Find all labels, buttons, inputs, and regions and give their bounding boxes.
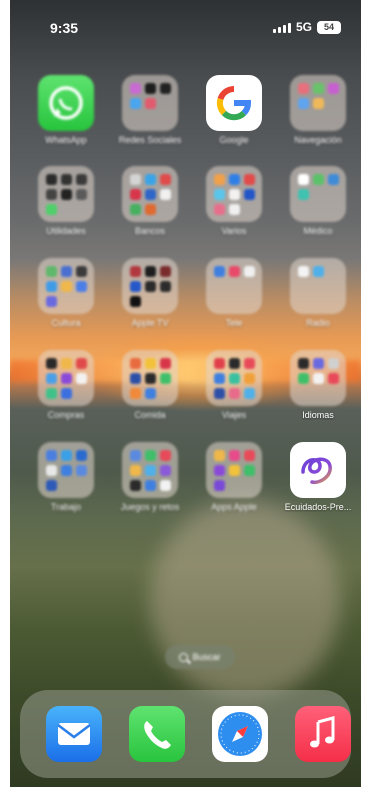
folder-trabajo[interactable]: Trabajo bbox=[26, 442, 106, 512]
app-whatsapp[interactable]: WhatsApp bbox=[26, 75, 106, 145]
folder-label: Compras bbox=[47, 410, 85, 420]
app-label: Ecuidados-Pre... bbox=[284, 502, 352, 512]
folder-label: Juegos y retos bbox=[120, 502, 180, 512]
folder-icon bbox=[206, 442, 262, 498]
home-screen: 9:35 5G 54 WhatsApp Redes Sociales Googl… bbox=[10, 0, 361, 787]
folder-icon bbox=[38, 350, 94, 406]
network-label: 5G bbox=[295, 20, 312, 34]
folder-varios[interactable]: Varios bbox=[194, 166, 274, 236]
folder-icon bbox=[290, 258, 346, 314]
whatsapp-icon bbox=[38, 75, 94, 131]
search-button[interactable]: Buscar bbox=[165, 645, 235, 669]
dock-music[interactable] bbox=[295, 706, 351, 762]
app-label: WhatsApp bbox=[45, 135, 87, 145]
folder-label: Bancos bbox=[134, 226, 166, 236]
folder-icon bbox=[206, 166, 262, 222]
folder-tele[interactable]: Tele bbox=[194, 258, 274, 328]
search-icon bbox=[179, 652, 189, 662]
folder-icon bbox=[38, 166, 94, 222]
search-label: Buscar bbox=[192, 652, 221, 662]
folder-label: Viajes bbox=[221, 410, 247, 420]
status-time: 9:35 bbox=[50, 20, 79, 36]
folder-icon bbox=[290, 75, 346, 131]
folder-juegos-retos[interactable]: Juegos y retos bbox=[110, 442, 190, 512]
folder-apps-apple[interactable]: Apps Apple bbox=[194, 442, 274, 512]
folder-idiomas[interactable]: Idiomas bbox=[278, 350, 358, 420]
folder-label: Navegación bbox=[294, 135, 342, 145]
folder-compras[interactable]: Compras bbox=[26, 350, 106, 420]
folder-icon bbox=[206, 350, 262, 406]
dock-safari[interactable] bbox=[212, 706, 268, 762]
folder-apple-tv[interactable]: Apple TV bbox=[110, 258, 190, 328]
app-google[interactable]: Google bbox=[194, 75, 274, 145]
dock bbox=[20, 690, 351, 778]
folder-cultura[interactable]: Cultura bbox=[26, 258, 106, 328]
folder-label: Apps Apple bbox=[211, 502, 257, 512]
folder-comida[interactable]: Comida bbox=[110, 350, 190, 420]
folder-icon bbox=[122, 258, 178, 314]
status-indicators: 5G 54 bbox=[272, 20, 341, 34]
safari-icon bbox=[218, 712, 262, 756]
folder-icon bbox=[38, 442, 94, 498]
folder-icon bbox=[290, 350, 346, 406]
folder-icon bbox=[206, 258, 262, 314]
folder-viajes[interactable]: Viajes bbox=[194, 350, 274, 420]
app-ecuidados[interactable]: Ecuidados-Pre... bbox=[278, 442, 358, 512]
battery-icon: 54 bbox=[317, 20, 341, 34]
folder-icon bbox=[290, 166, 346, 222]
folder-navegacion[interactable]: Navegación bbox=[278, 75, 358, 145]
dock-mail[interactable] bbox=[46, 706, 102, 762]
folder-icon bbox=[122, 75, 178, 131]
folder-label: Cultura bbox=[51, 318, 81, 328]
google-icon bbox=[206, 75, 262, 131]
folder-utilidades[interactable]: Utilidades bbox=[26, 166, 106, 236]
dock-phone[interactable] bbox=[129, 706, 185, 762]
music-icon bbox=[310, 716, 335, 748]
ecuidados-icon bbox=[290, 442, 346, 498]
folder-icon bbox=[122, 166, 178, 222]
status-bar: 9:35 5G 54 bbox=[10, 20, 361, 38]
folder-label: Apple TV bbox=[131, 318, 169, 328]
wallpaper-path bbox=[150, 500, 340, 700]
folder-label: Trabajo bbox=[50, 502, 82, 512]
folder-bancos[interactable]: Bancos bbox=[110, 166, 190, 236]
folder-icon bbox=[122, 442, 178, 498]
folder-icon bbox=[38, 258, 94, 314]
folder-label: Tele bbox=[225, 318, 243, 328]
app-label: Google bbox=[219, 135, 249, 145]
folder-label: Varios bbox=[221, 226, 247, 236]
folder-icon bbox=[122, 350, 178, 406]
folder-label: Radio bbox=[306, 318, 330, 328]
folder-label: Médico bbox=[303, 226, 333, 236]
mail-icon bbox=[57, 723, 91, 745]
phone-icon bbox=[144, 721, 171, 749]
signal-icon bbox=[272, 22, 291, 33]
folder-label: Comida bbox=[134, 410, 166, 420]
folder-label: Utilidades bbox=[46, 226, 86, 236]
folder-redes-sociales[interactable]: Redes Sociales bbox=[110, 75, 190, 145]
folder-radio[interactable]: Radio bbox=[278, 258, 358, 328]
folder-label: Redes Sociales bbox=[118, 135, 182, 145]
folder-medico[interactable]: Médico bbox=[278, 166, 358, 236]
folder-label: Idiomas bbox=[302, 410, 334, 420]
